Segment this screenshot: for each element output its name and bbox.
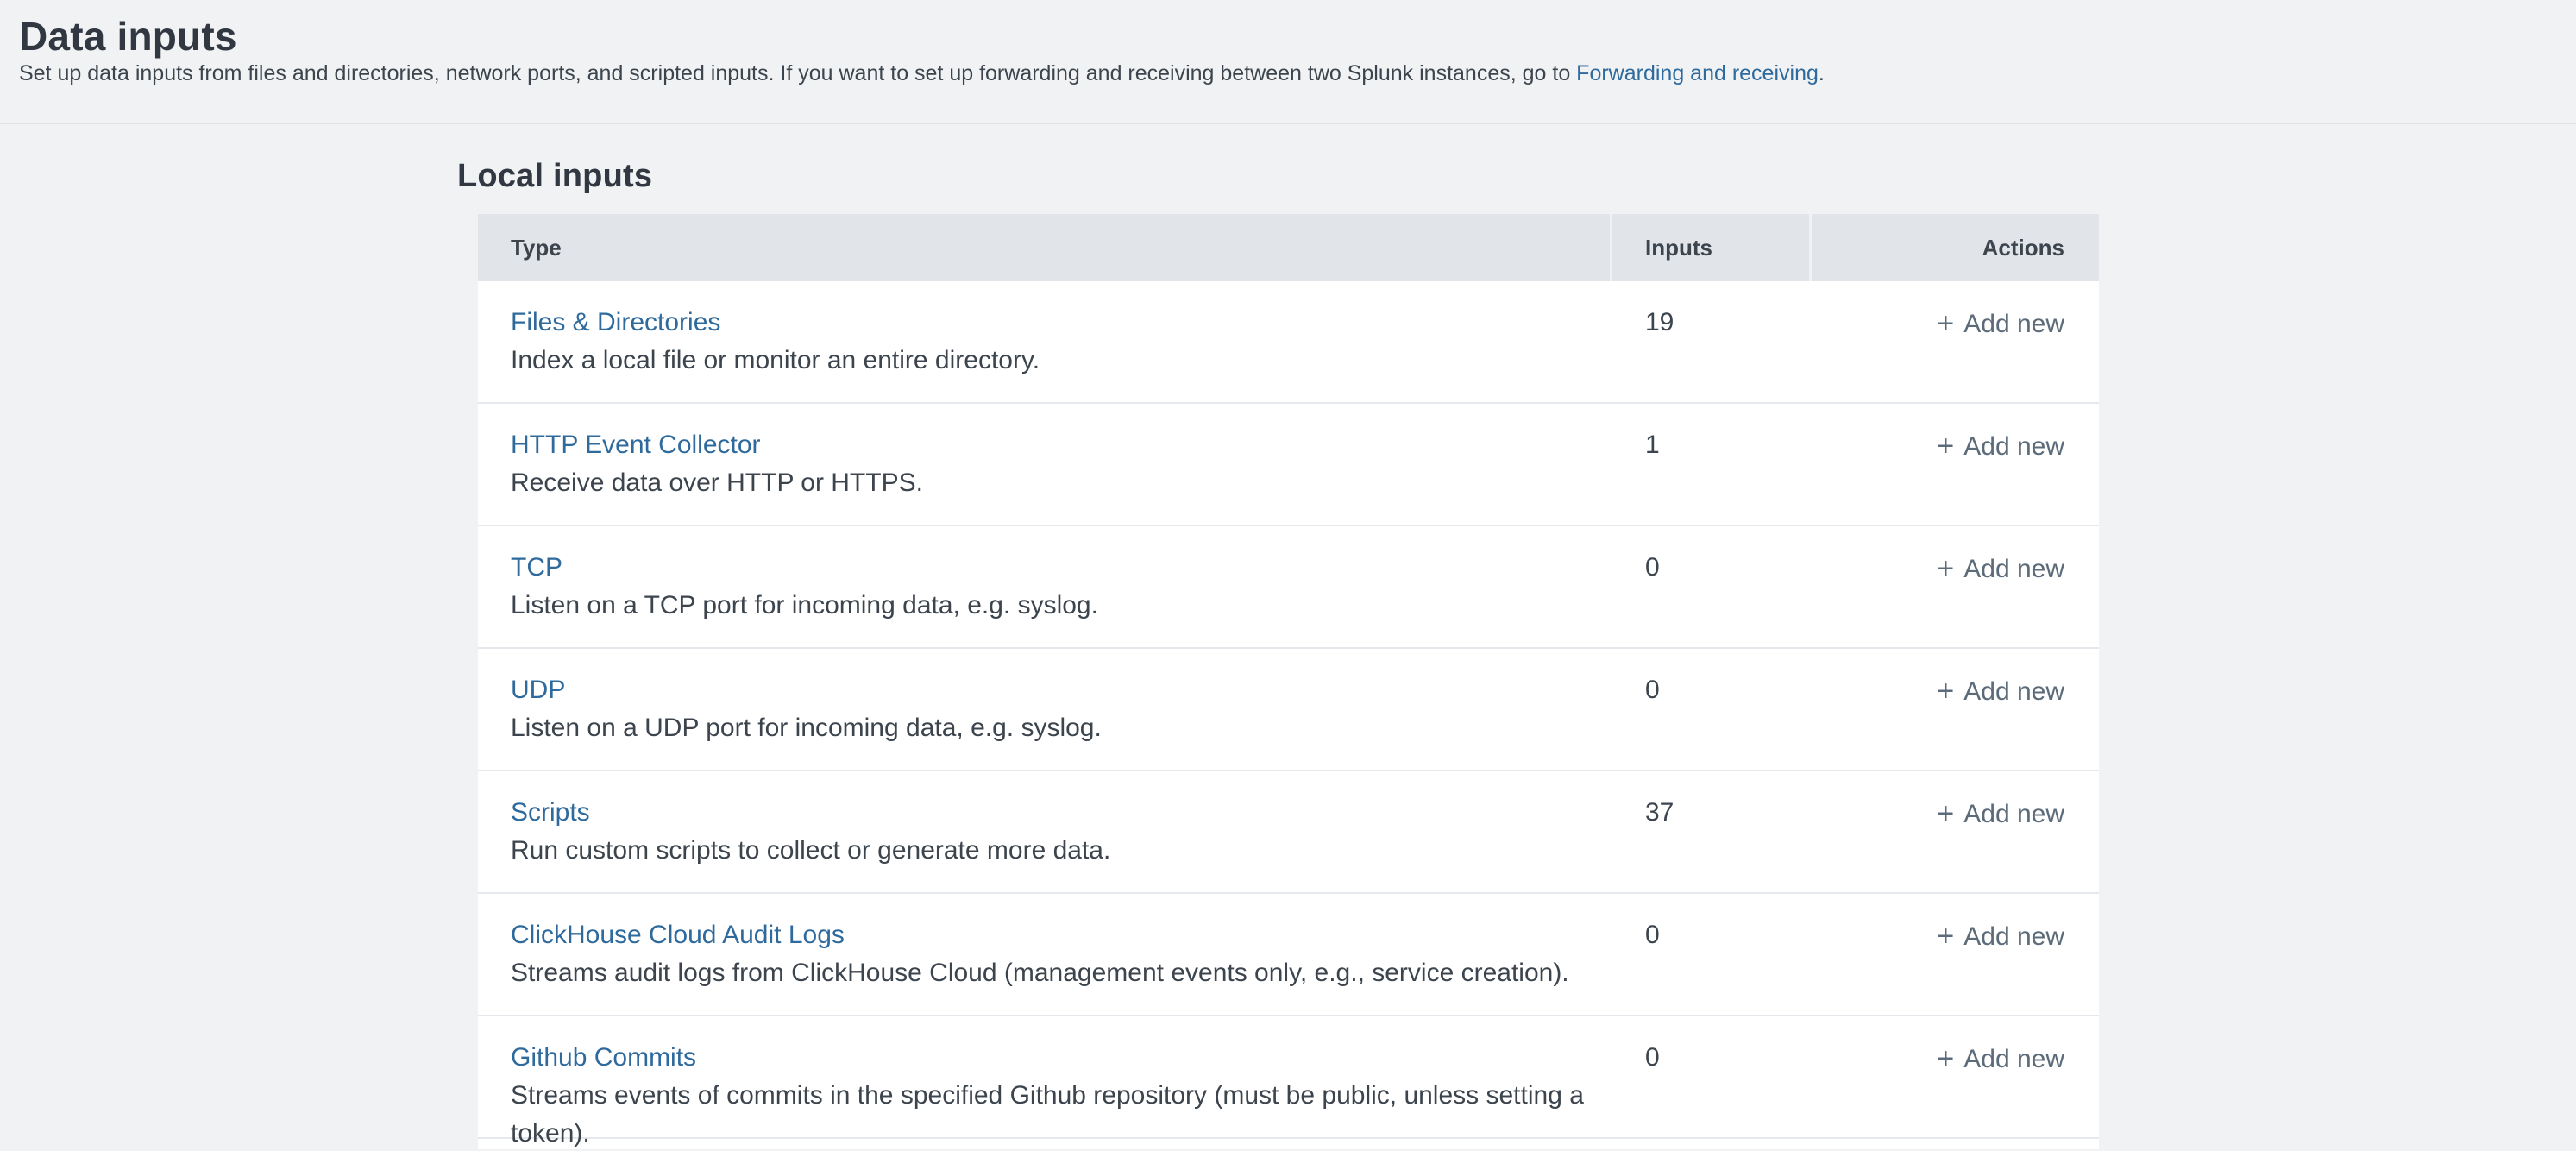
plus-icon: +	[1937, 917, 1954, 955]
column-header-actions: Actions	[1812, 214, 2099, 281]
actions-cell: +Add new	[1812, 304, 2099, 402]
inputs-cell: 37	[1612, 794, 1812, 892]
type-cell: TCP Listen on a TCP port for incoming da…	[478, 549, 1612, 647]
plus-icon: +	[1937, 427, 1954, 465]
actions-cell: +Add new	[1812, 794, 2099, 892]
type-cell: Scripts Run custom scripts to collect or…	[478, 794, 1612, 892]
inputs-cell: 1	[1612, 426, 1812, 525]
input-type-link[interactable]: HTTP Event Collector	[511, 426, 761, 464]
input-type-link[interactable]: Files & Directories	[511, 304, 720, 342]
column-header-inputs: Inputs	[1612, 214, 1809, 281]
add-new-label: Add new	[1963, 550, 2064, 588]
actions-cell: +Add new	[1812, 426, 2099, 525]
type-cell: UDP Listen on a UDP port for incoming da…	[478, 671, 1612, 770]
plus-icon: +	[1937, 1040, 1954, 1078]
plus-icon: +	[1937, 305, 1954, 343]
main-content: Local inputs Type Inputs Actions Files &…	[0, 155, 2576, 1149]
input-type-link[interactable]: ClickHouse Cloud Audit Logs	[511, 916, 845, 954]
inputs-count: 37	[1645, 798, 1674, 827]
add-new-label: Add new	[1963, 673, 2064, 711]
actions-cell: +Add new	[1812, 671, 2099, 770]
input-type-description: Receive data over HTTP or HTTPS.	[511, 464, 1612, 502]
type-cell: Files & Directories Index a local file o…	[478, 304, 1612, 402]
inputs-count: 1	[1645, 431, 1660, 459]
input-type-link[interactable]: UDP	[511, 671, 565, 709]
input-type-link[interactable]: TCP	[511, 549, 562, 587]
input-type-description: Index a local file or monitor an entire …	[511, 342, 1612, 380]
add-new-button[interactable]: +Add new	[1937, 549, 2064, 588]
add-new-label: Add new	[1963, 428, 2064, 466]
add-new-button[interactable]: +Add new	[1937, 1039, 2064, 1079]
page-header-band: Data inputs Set up data inputs from file…	[0, 0, 2576, 124]
actions-cell: +Add new	[1812, 549, 2099, 647]
plus-icon: +	[1937, 795, 1954, 833]
add-new-label: Add new	[1963, 918, 2064, 956]
input-type-description: Streams audit logs from ClickHouse Cloud…	[511, 954, 1612, 992]
inputs-count: 0	[1645, 1043, 1660, 1072]
page-subtitle-period: .	[1819, 61, 1825, 85]
inputs-table: Type Inputs Actions Files & Directories …	[478, 214, 2099, 1149]
input-type-description: Listen on a TCP port for incoming data, …	[511, 587, 1612, 625]
input-type-description: Run custom scripts to collect or generat…	[511, 832, 1612, 870]
inputs-cell: 0	[1612, 549, 1812, 647]
input-type-description: Listen on a UDP port for incoming data, …	[511, 709, 1612, 747]
actions-cell: +Add new	[1812, 1039, 2099, 1137]
type-cell: HTTP Event Collector Receive data over H…	[478, 426, 1612, 525]
table-row: ClickHouse Cloud Audit Logs Streams audi…	[478, 894, 2099, 1016]
add-new-button[interactable]: +Add new	[1937, 304, 2064, 343]
table-row: Scripts Run custom scripts to collect or…	[478, 771, 2099, 894]
inputs-cell: 0	[1612, 671, 1812, 770]
type-cell: ClickHouse Cloud Audit Logs Streams audi…	[478, 916, 1612, 1015]
add-new-label: Add new	[1963, 1041, 2064, 1079]
inputs-count: 0	[1645, 921, 1660, 949]
actions-cell: +Add new	[1812, 916, 2099, 1015]
inputs-cell: 19	[1612, 304, 1812, 402]
page-subtitle-text: Set up data inputs from files and direct…	[19, 61, 1576, 85]
page-subtitle: Set up data inputs from files and direct…	[19, 60, 2550, 86]
plus-icon: +	[1937, 672, 1954, 710]
inputs-cell: 0	[1612, 916, 1812, 1015]
input-type-link[interactable]: Github Commits	[511, 1039, 696, 1077]
table-row: HTTP Event Collector Receive data over H…	[478, 404, 2099, 526]
inputs-cell: 0	[1612, 1039, 1812, 1137]
add-new-label: Add new	[1963, 796, 2064, 833]
add-new-label: Add new	[1963, 305, 2064, 343]
table-row: TCP Listen on a TCP port for incoming da…	[478, 526, 2099, 649]
add-new-button[interactable]: +Add new	[1937, 671, 2064, 711]
table-body: Files & Directories Index a local file o…	[478, 281, 2099, 1139]
table-row: UDP Listen on a UDP port for incoming da…	[478, 649, 2099, 771]
inputs-count: 0	[1645, 553, 1660, 582]
type-cell: Github Commits Streams events of commits…	[478, 1039, 1612, 1137]
forwarding-and-receiving-link[interactable]: Forwarding and receiving	[1576, 61, 1819, 85]
add-new-button[interactable]: +Add new	[1937, 426, 2064, 466]
table-row: Files & Directories Index a local file o…	[478, 281, 2099, 404]
inputs-count: 19	[1645, 308, 1674, 336]
input-type-description: Streams events of commits in the specifi…	[511, 1077, 1612, 1151]
add-new-button[interactable]: +Add new	[1937, 794, 2064, 833]
page-title: Data inputs	[19, 12, 2550, 60]
table-row: Github Commits Streams events of commits…	[478, 1016, 2099, 1139]
plus-icon: +	[1937, 550, 1954, 588]
input-type-link[interactable]: Scripts	[511, 794, 590, 832]
table-header: Type Inputs Actions	[478, 214, 2099, 281]
add-new-button[interactable]: +Add new	[1937, 916, 2064, 956]
section-heading: Local inputs	[457, 155, 2576, 197]
inputs-count: 0	[1645, 676, 1660, 704]
column-header-type: Type	[478, 214, 1610, 281]
